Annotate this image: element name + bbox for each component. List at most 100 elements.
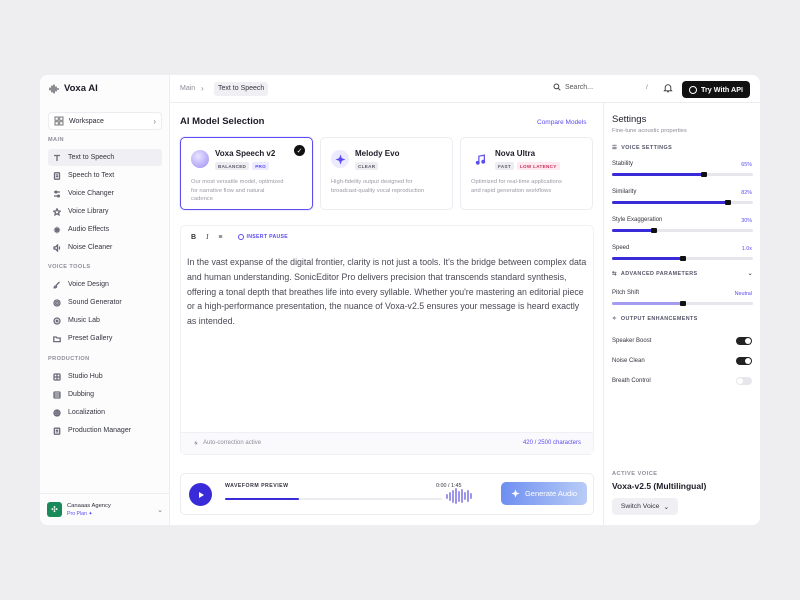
text-icon [54,154,60,161]
stability-slider[interactable] [612,172,753,177]
slider-handle[interactable] [700,172,707,177]
sidebar-item-voice-design[interactable]: Voice Design [48,276,162,293]
slider-label-similarity: Similarity [612,189,637,195]
output-enhancements-label: OUTPUT ENHANCEMENTS [620,316,698,322]
model-card-nova-ultra[interactable]: Nova Ultra FAST LOW LATENCY Optimized fo… [460,137,593,210]
compare-models-link[interactable]: Compare Models [537,119,587,126]
settings-title: Settings [612,114,647,125]
sidebar-item-speech-to-text[interactable]: Speech to Text [48,167,162,184]
model-name: Melody Evo [355,149,400,158]
sidebar-item-sound-generator[interactable]: Sound Generator [48,294,162,311]
autocorrection-status: Auto-correction active [193,440,261,446]
slider-label-pitch: Pitch Shift [612,290,640,296]
model-card-voxa-speech[interactable]: Voxa Speech v2 BALANCED PRO Our most ver… [180,137,313,210]
waveform-bar [461,489,463,503]
bold-button[interactable]: B [191,234,196,241]
audio-player: WAVEFORM PREVIEW 0:00 / 1:45 Generate Au… [180,473,594,515]
grid-icon [53,372,61,381]
music-icon [53,316,61,325]
active-voice-name: Voxa-v2.5 (Multilingual) [612,481,707,491]
star-icon [53,207,61,216]
try-api-button[interactable]: Try With API [682,81,750,98]
generate-audio-label: Generate Audio [524,489,578,498]
model-desc: High-fidelity output designed for broadc… [331,179,425,194]
slider-handle[interactable] [724,200,731,205]
sidebar-item-music-lab[interactable]: Music Lab [48,312,162,329]
model-badge: BALANCED [215,162,250,170]
search-input[interactable]: Search... [553,83,593,91]
slider-handle[interactable] [679,256,686,261]
list-button[interactable]: ≡ [218,234,222,241]
insert-pause-button[interactable]: INSERT PAUSE [237,234,289,240]
nav-voice-tools: Voice Design Sound Generator Music Lab P… [48,276,162,348]
chevron-right-icon: › [153,116,156,126]
sidebar-item-label: Production Manager [68,427,132,434]
sidebar-item-production-manager[interactable]: Production Manager [48,422,162,439]
model-badge: LOW LATENCY [516,162,560,170]
section-label-production: PRODUCTION [48,356,90,362]
clock-icon [237,234,244,240]
switch-voice-button[interactable]: Switch Voice ⌄ [612,498,678,515]
sidebar-item-label: Localization [68,409,105,416]
sidebar-item-label: Voice Design [68,281,109,288]
slider-handle[interactable] [651,228,658,233]
try-api-label: Try With API [701,85,743,94]
account-name: Canaaas Agency [67,502,111,509]
sidebar-item-text-to-speech[interactable]: Text to Speech [48,149,162,166]
slider-handle[interactable] [679,301,686,306]
folder-icon [53,335,61,342]
model-badge: FAST [495,162,514,170]
breath-control-toggle[interactable] [736,377,752,385]
editor-textarea[interactable]: In the vast expanse of the digital front… [187,255,587,329]
sparkle-icon [511,489,520,498]
sidebar-item-localization[interactable]: Localization [48,404,162,421]
globe-icon [689,85,697,94]
speed-slider[interactable] [612,256,753,261]
model-name: Nova Ultra [495,149,536,158]
slider-label-style: Style Exaggeration [612,217,663,223]
layers-icon [53,390,61,399]
pitch-shift-slider[interactable] [612,301,753,306]
workspace-selector[interactable]: Workspace › [48,112,162,130]
play-button[interactable] [189,483,212,506]
check-icon: ✓ [294,145,305,156]
sidebar-item-voice-changer[interactable]: Voice Changer [48,185,162,202]
italic-button[interactable]: I [206,233,208,241]
sidebar-item-dubbing[interactable]: Dubbing [48,386,162,403]
account-switcher[interactable]: ✣ Canaaas Agency Pro Plan ✦ ⌄ [40,493,170,525]
bell-icon[interactable] [663,83,673,93]
slider-label-speed: Speed [612,245,630,251]
sidebar-item-studio-hub[interactable]: Studio Hub [48,368,162,385]
sidebar-item-preset-gallery[interactable]: Preset Gallery [48,330,162,347]
workspace-label: Workspace [69,117,104,125]
noise-clean-toggle[interactable] [736,357,752,365]
brush-icon [53,281,60,288]
sparkle-icon [53,226,61,233]
sidebar-item-noise-cleaner[interactable]: Noise Cleaner [48,239,162,256]
music-note-icon [471,150,489,168]
settings-panel: Settings Fine-tune acoustic properties ☰… [603,103,760,525]
sidebar-item-label: Audio Effects [68,226,110,233]
style-exaggeration-slider[interactable] [612,228,753,233]
chevron-down-icon: ⌄ [663,503,670,511]
search-placeholder: Search... [565,83,594,91]
text-editor[interactable]: B I ≡ INSERT PAUSE In the vast expanse o… [180,225,594,455]
generate-audio-button[interactable]: Generate Audio [501,482,587,505]
waveform-bar [464,492,466,500]
similarity-slider[interactable] [612,200,753,205]
sliders-icon [54,189,61,198]
grid-icon [54,116,64,126]
sidebar-item-voice-library[interactable]: Voice Library [48,203,162,220]
model-card-melody-evo[interactable]: Melody Evo CLEAR High-fidelity output de… [320,137,453,210]
playback-scrubber[interactable] [225,498,442,500]
toggle-label-speaker-boost: Speaker Boost [612,338,652,344]
autocorrection-label: Auto-correction active [203,440,262,446]
sidebar-item-label: Sound Generator [68,299,122,306]
speaker-boost-toggle[interactable] [736,337,752,345]
sliders-icon: ☰ [612,145,618,151]
sidebar-item-audio-effects[interactable]: Audio Effects [48,221,162,238]
app-logo[interactable]: Voxa AI [49,83,98,94]
advanced-parameters-header[interactable]: ⇆ ADVANCED PARAMETERS ⌄ [612,270,753,278]
waveform-bar [446,493,448,499]
breadcrumb-main[interactable]: Main [180,85,195,92]
